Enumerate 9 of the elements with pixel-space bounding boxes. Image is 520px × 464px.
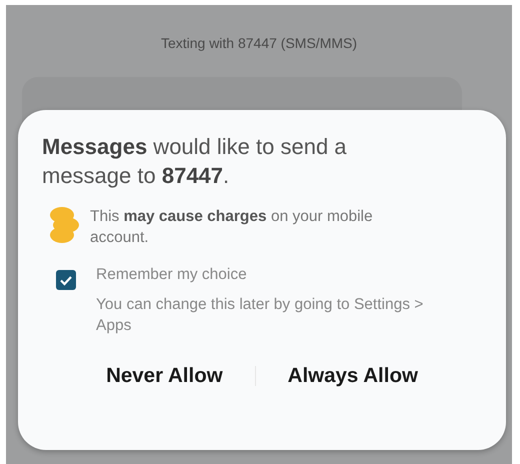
settings-hint: You can change this later by going to Settings > Apps xyxy=(96,295,424,336)
dialog-title: Messages would like to send a message to 87447. xyxy=(42,133,348,190)
allow-button[interactable]: Always Allow xyxy=(276,356,430,396)
remember-label: Remember my choice xyxy=(96,265,248,285)
charges-warning: This may cause charges on your mobile account. xyxy=(90,207,374,248)
conversation-header: Texting with 87447 (SMS/MMS) xyxy=(160,35,358,51)
coins-icon xyxy=(48,206,80,244)
remember-checkbox[interactable] xyxy=(56,270,76,290)
deny-button[interactable]: Never Allow xyxy=(94,356,235,396)
